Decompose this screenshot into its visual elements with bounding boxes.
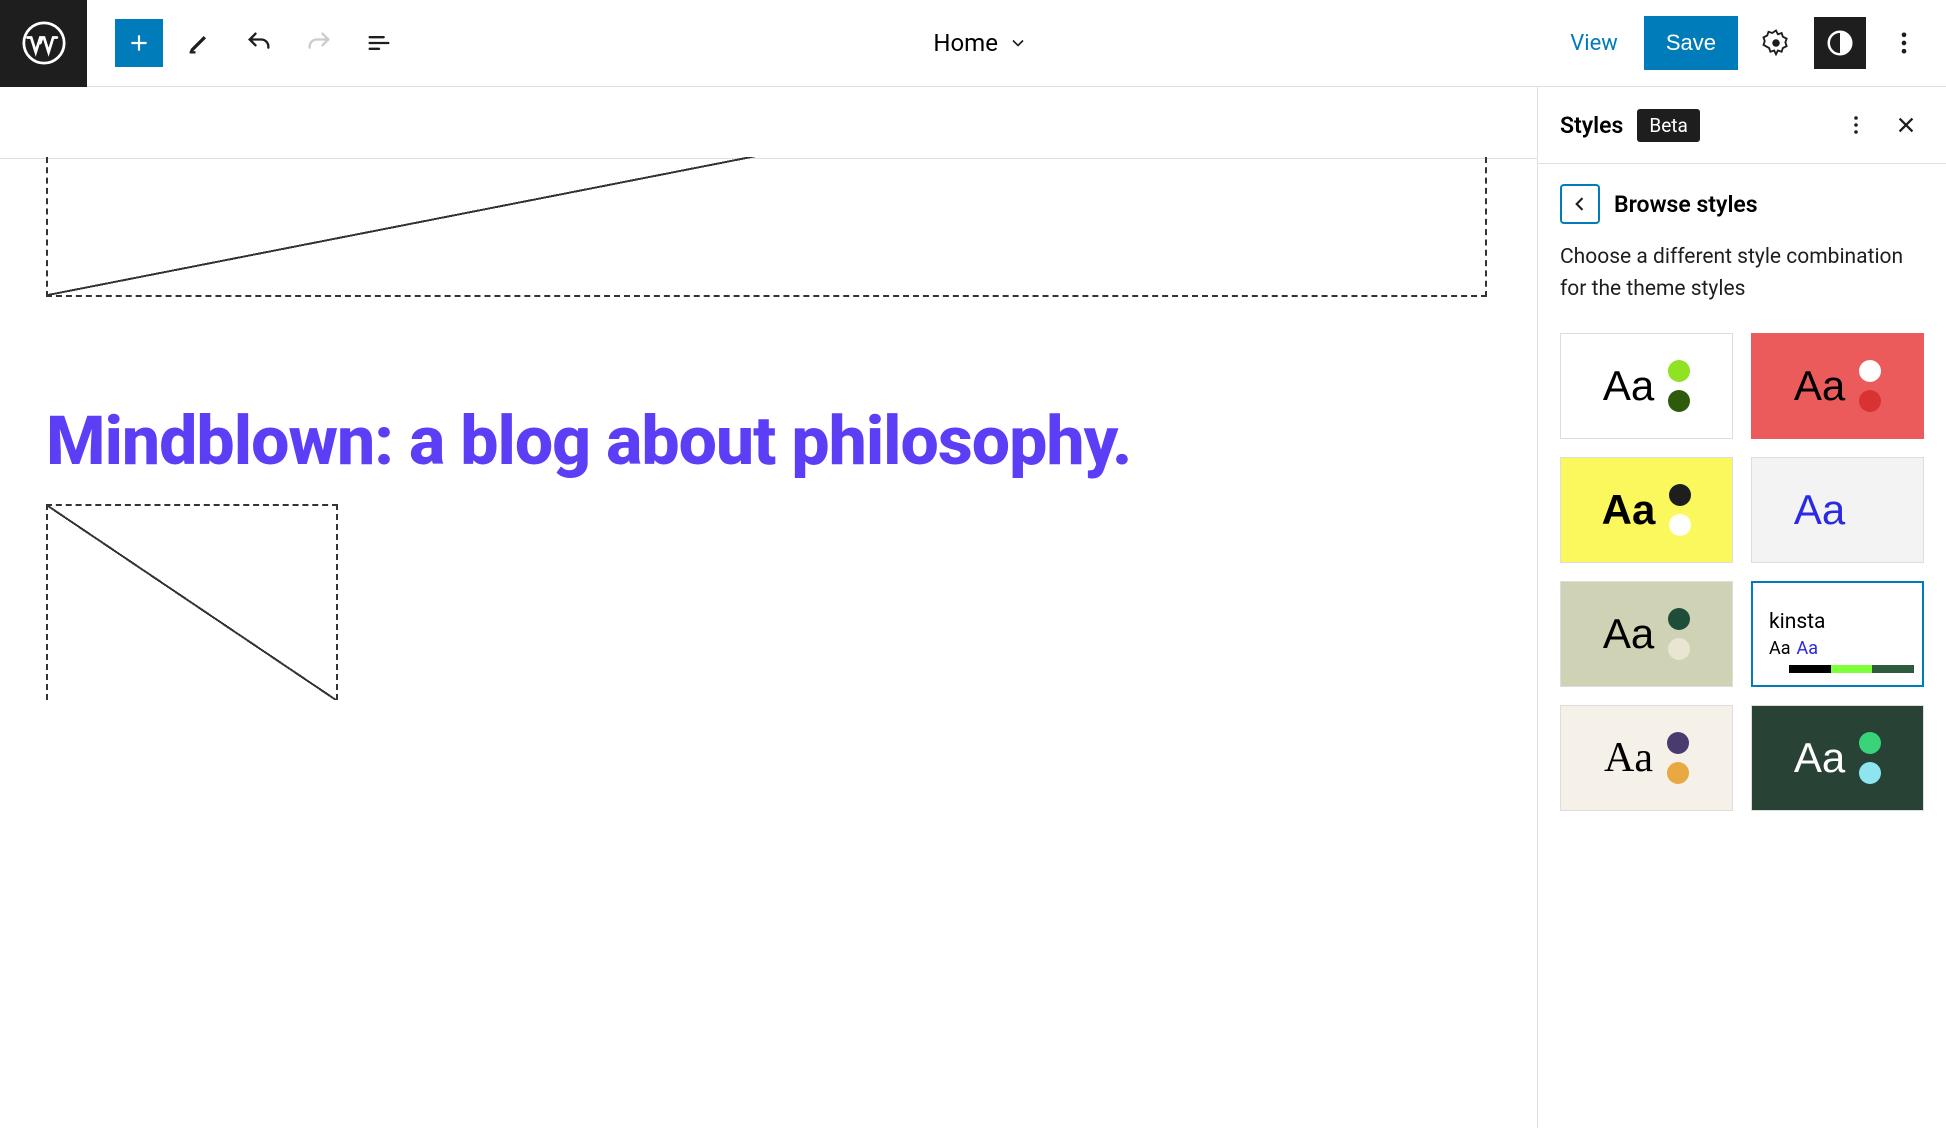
- edit-tool-button[interactable]: [175, 19, 223, 67]
- style-variation[interactable]: Aa: [1560, 333, 1733, 439]
- toolbar-left: [87, 19, 403, 67]
- variation-color-dots: [1668, 360, 1690, 412]
- toolbar-right: View Save: [1558, 16, 1946, 70]
- variation-color-dots: [1668, 608, 1690, 660]
- styles-sidebar: Styles Beta Browse styles Choose a diffe: [1538, 87, 1946, 1128]
- style-variation[interactable]: Aa: [1560, 581, 1733, 687]
- variation-typography-preview: AaAa: [1769, 638, 1818, 659]
- chevron-down-icon: [1008, 33, 1028, 53]
- styles-button[interactable]: [1814, 17, 1866, 69]
- variation-typography-preview: Aa: [1603, 362, 1654, 410]
- back-button[interactable]: [1560, 184, 1600, 224]
- template-selector[interactable]: Home: [403, 29, 1558, 57]
- wordpress-logo[interactable]: [0, 0, 87, 87]
- editor-canvas[interactable]: Mindblown: a blog about philosophy.: [0, 87, 1538, 1128]
- sidebar-header: Styles Beta: [1538, 87, 1946, 164]
- variation-color-dots: [1669, 484, 1691, 536]
- variation-color-dots: [1667, 732, 1689, 784]
- page-heading[interactable]: Mindblown: a blog about philosophy.: [46, 399, 1477, 484]
- save-button[interactable]: Save: [1644, 16, 1738, 70]
- list-view-button[interactable]: [355, 19, 403, 67]
- settings-button[interactable]: [1752, 19, 1800, 67]
- undo-button[interactable]: [235, 19, 283, 67]
- sidebar-options-button[interactable]: [1838, 101, 1874, 149]
- style-variations-grid: AaAaAaAaAakinstaAaAaAaAa: [1560, 333, 1924, 811]
- image-placeholder[interactable]: [46, 504, 338, 700]
- variation-color-dots: [1859, 732, 1881, 784]
- variation-palette-bar: [1789, 665, 1914, 673]
- variation-typography-preview: Aa: [1602, 486, 1656, 534]
- add-block-button[interactable]: [115, 19, 163, 67]
- style-variation[interactable]: Aa: [1751, 457, 1924, 563]
- view-link[interactable]: View: [1558, 23, 1630, 64]
- redo-button[interactable]: [295, 19, 343, 67]
- style-variation[interactable]: Aa: [1751, 333, 1924, 439]
- options-button[interactable]: [1880, 19, 1928, 67]
- variation-typography-preview: Aa: [1794, 486, 1845, 534]
- variation-typography-preview: Aa: [1794, 734, 1845, 782]
- style-variation[interactable]: kinsta AaAa: [1751, 581, 1924, 687]
- variation-color-dots: [1859, 484, 1881, 536]
- style-variation[interactable]: Aa: [1751, 705, 1924, 811]
- variation-typography-preview: Aa: [1604, 734, 1653, 782]
- chevron-left-icon: [1570, 194, 1590, 214]
- style-variation[interactable]: Aa: [1560, 705, 1733, 811]
- image-placeholder[interactable]: [46, 157, 1487, 297]
- sidebar-title: Styles: [1560, 112, 1623, 139]
- variation-typography-preview: Aa: [1794, 362, 1845, 410]
- variation-typography-preview: Aa: [1603, 610, 1654, 658]
- variation-name: kinsta: [1769, 610, 1825, 634]
- top-toolbar: Home View Save: [0, 0, 1946, 87]
- beta-badge: Beta: [1637, 109, 1699, 142]
- style-variation[interactable]: Aa: [1560, 457, 1733, 563]
- browse-description: Choose a different style combination for…: [1560, 242, 1924, 305]
- close-sidebar-button[interactable]: [1888, 101, 1924, 149]
- browse-styles-label: Browse styles: [1614, 191, 1758, 218]
- variation-color-dots: [1859, 360, 1881, 412]
- template-label: Home: [933, 29, 998, 57]
